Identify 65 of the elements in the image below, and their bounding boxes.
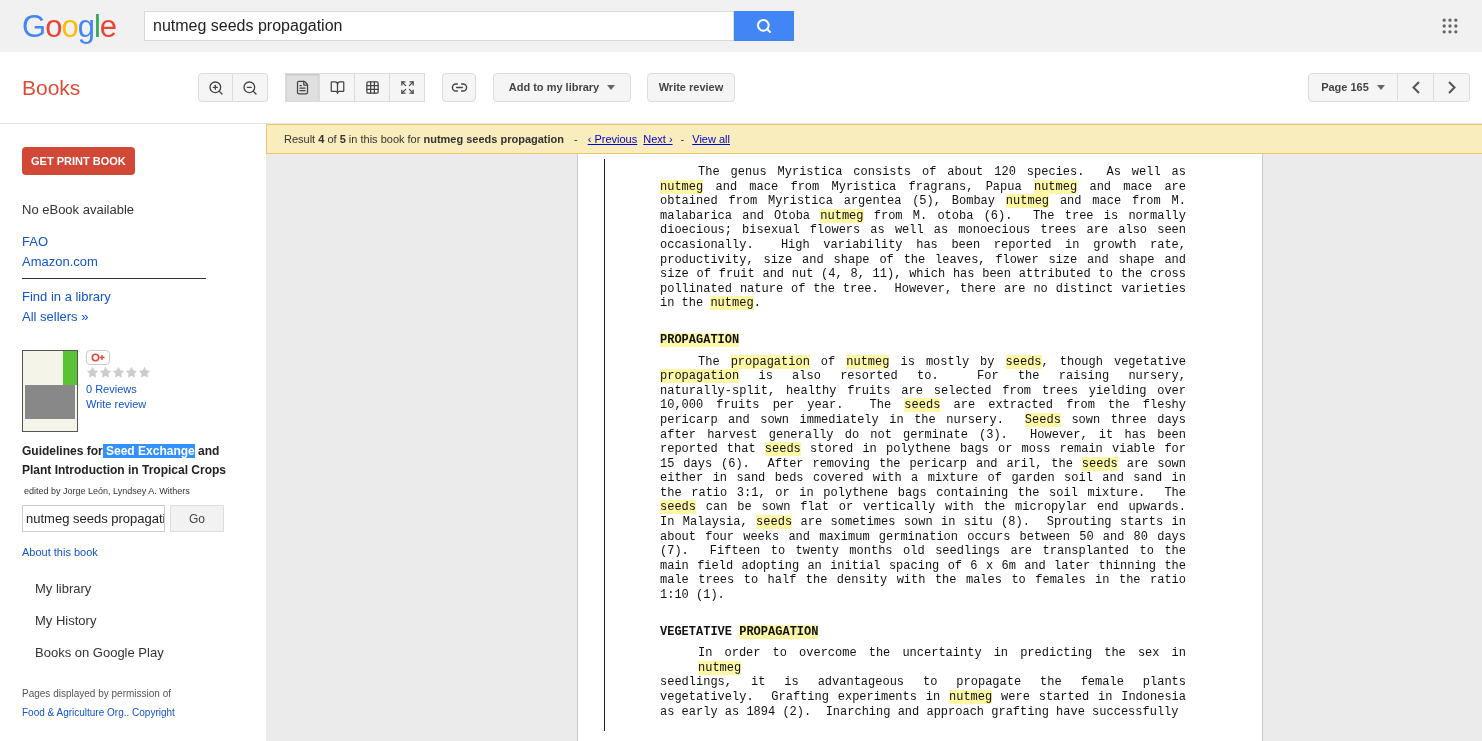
- page-heading: PROPAGATION: [660, 332, 740, 348]
- section-title[interactable]: Books: [0, 71, 198, 104]
- fullscreen-icon: [399, 80, 415, 95]
- google-plus-button[interactable]: [86, 350, 110, 365]
- write-review-button[interactable]: Write review: [647, 73, 735, 102]
- sidebar-nav-item[interactable]: Books on Google Play: [35, 643, 164, 663]
- sidebar-link[interactable]: All sellers »: [22, 307, 89, 327]
- zoom-in-button[interactable]: [198, 73, 233, 102]
- zoom-in-icon: [207, 79, 224, 96]
- search-in-book-field[interactable]: nutmeg seeds propagati: [22, 505, 165, 532]
- go-button[interactable]: Go: [170, 505, 224, 532]
- permission-note: Pages displayed by permission of Food & Agriculture Org.. Copyright: [22, 687, 176, 720]
- view-mode-button[interactable]: [390, 73, 425, 102]
- separator-dash: -: [573, 131, 579, 147]
- view-mode-button[interactable]: [355, 73, 390, 102]
- page-heading: VEGETATIVE PROPAGATION: [660, 624, 819, 640]
- ebook-status: No eBook available: [22, 201, 136, 219]
- rating-star-icon: [86, 366, 99, 379]
- book-cover[interactable]: [22, 350, 78, 432]
- link-button[interactable]: [442, 73, 476, 102]
- search-button[interactable]: [734, 11, 794, 41]
- view-all-link[interactable]: View all: [692, 130, 730, 148]
- about-book-link[interactable]: About this book: [22, 542, 98, 562]
- single-page-icon: [295, 80, 310, 95]
- copyright-link[interactable]: . Copyright: [126, 707, 175, 718]
- zoom-out-icon: [242, 79, 258, 96]
- reviews-link[interactable]: 0 Reviews: [86, 382, 137, 397]
- search-field[interactable]: nutmeg seeds propagation: [144, 11, 734, 41]
- view-mode-button[interactable]: [320, 73, 355, 102]
- separator-dash: -: [679, 131, 686, 147]
- rating-star-icon: [112, 366, 125, 379]
- page-paragraph: The genus Myristica consists of about 120 species. As well as nutmeg and mace from Myristica fragrans, Papua nutmeg and mace are obtained from Myristica argentea (5), Bombay nutmeg and mace from M. malabarica and Otoba nutmeg from M. otoba (6). The tree is normally dioecious; bisexual flowers as well as monoecious trees are also seen occasionally. High variability has been reported in growth rate, productivity, size and shape of the leaves, flower size and shape and size of fruit and nut (4, 8, 11), which has been attributed to the cross pollinated nature of the tree. However, there are no distinct varieties in the nutmeg.: [660, 165, 1186, 311]
- previous-page-button[interactable]: [1398, 73, 1434, 102]
- page-paragraph: In order to overcome the uncertainty in predicting the sex in nutmeg seedlings, it is advantageous to propagate the female plants vegetatively. Grafting experiments in nutmeg were started in Indonesia as early as 1894 (2). Inarching and approach grafting have successfully: [660, 646, 1186, 720]
- search-icon: [756, 18, 772, 34]
- apps-grid-icon[interactable]: [1440, 16, 1460, 36]
- book-authors: edited by Jorge León, Lyndsey A. Withers: [24, 485, 191, 497]
- caret-icon: [1376, 85, 1385, 90]
- write-review-link[interactable]: Write review: [86, 397, 147, 412]
- result-summary: Result 4 of 5 in this book for nutmeg seeds propagation: [284, 131, 565, 147]
- zoom-out-button[interactable]: [233, 73, 268, 102]
- sidebar-nav-item[interactable]: My History: [35, 611, 97, 631]
- sidebar-nav-item[interactable]: My library: [35, 579, 92, 599]
- previous-result-link[interactable]: ‹ Previous: [587, 130, 638, 148]
- caret-icon: [607, 85, 616, 90]
- publisher-link[interactable]: Food & Agriculture Org.: [22, 707, 127, 718]
- thumbnail-grid-icon: [364, 80, 380, 95]
- rating-star-icon: [125, 366, 138, 379]
- rating-star-icon: [138, 366, 151, 379]
- book-title: Guidelines for Seed Exchange and Plant Introduction in Tropical Crops: [22, 443, 227, 479]
- next-page-button[interactable]: [1434, 73, 1470, 102]
- get-print-book-button[interactable]: GET PRINT BOOK: [22, 147, 135, 175]
- add-to-library-button[interactable]: Add to my library: [493, 73, 631, 102]
- seller-link[interactable]: FAO: [22, 232, 48, 252]
- page-select[interactable]: Page 165: [1308, 73, 1398, 102]
- view-mode-button[interactable]: [285, 73, 320, 102]
- two-page-icon: [329, 80, 345, 95]
- page-paragraph: The propagation of nutmeg is mostly by seeds, though vegetative propagation is also resorted to. For the raising nursery, naturally-split, healthy fruits are selected from trees yielding over 10,000 fruits per year. The seeds are extracted from the fleshy pericarp and sown immediately in the nursery. Seeds sown three days after harvest generally do not germinate (3). However, it has been reported that seeds stored in polythene bags or moss remain viable for 15 days (6). After removing the pericarp and aril, the seeds are sown either in sand beds covered with a mixture of garden soil and sand in the ratio 3:1, or in polythene bags containing the soil mixture. The seeds can be sown flat or vertically with the micropylar end upwards. In Malaysia, seeds are sometimes sown in situ (8). Sprouting starts in about four weeks and maximum germination occurs between 50 and 80 days (7). Fifteen to twenty months old seedlings are transplanted to the main field adopting an initial spacing of 6 x 6m and later thinning the male trees to half the density with the males to females in the ratio 1:10 (1).: [660, 354, 1186, 603]
- chevron-left-icon: [1411, 81, 1420, 94]
- sidebar-link[interactable]: Find in a library: [22, 287, 111, 307]
- next-result-link[interactable]: Next ›: [643, 130, 673, 148]
- rating-star-icon: [99, 366, 112, 379]
- google-plus-icon: [91, 353, 105, 362]
- seller-link[interactable]: Amazon.com: [22, 252, 98, 272]
- chevron-right-icon: [1447, 81, 1456, 94]
